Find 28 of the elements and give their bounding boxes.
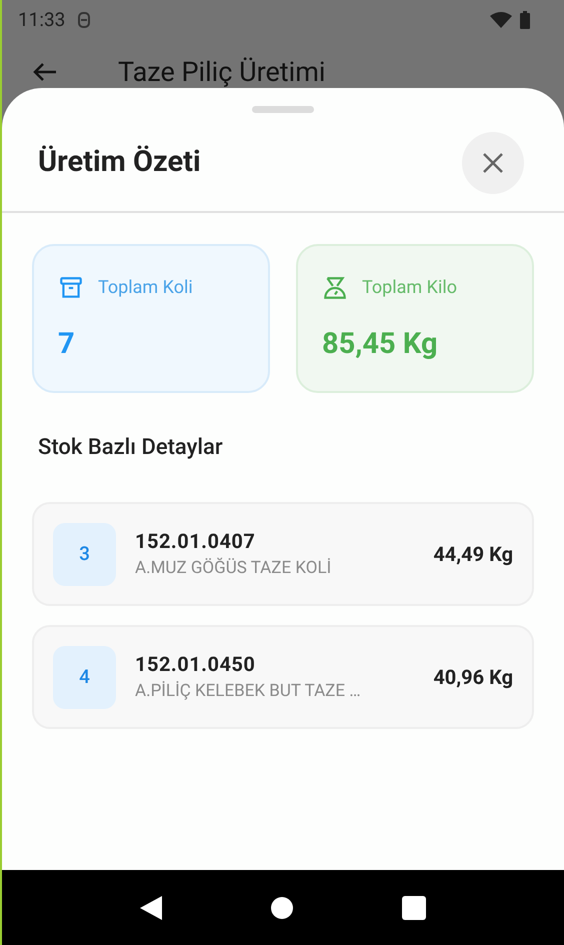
card-value: 7 (58, 326, 76, 363)
section-title: Stok Bazlı Detaylar (37, 434, 224, 462)
card-value: 85,45 Kg (322, 326, 439, 363)
count-badge: 3 (53, 522, 116, 586)
clock: 11:33 (18, 6, 66, 33)
card-label: Toplam Koli (98, 276, 193, 300)
recents-icon[interactable] (402, 896, 426, 920)
stock-name: A.PİLİÇ KELEBEK BUT TAZE … (135, 680, 362, 704)
card-label: Toplam Kilo (362, 276, 457, 300)
count-badge: 4 (53, 646, 116, 708)
stock-item-card[interactable]: 4 152.01.0450 A.PİLİÇ KELEBEK BUT TAZE … 40,96 Kg (32, 625, 534, 729)
wifi-icon (490, 12, 512, 28)
stock-code: 152.01.0450 (135, 651, 256, 678)
archive-box-icon (58, 274, 84, 300)
app-bar-title: Taze Piliç Üretimi (118, 57, 326, 87)
stock-name: A.MUZ GÖĞÜS TAZE KOLİ (135, 556, 332, 580)
drag-handle[interactable] (252, 106, 314, 113)
stock-code: 152.01.0407 (135, 528, 256, 556)
back-arrow-icon[interactable] (32, 61, 58, 83)
stock-weight: 40,96 Kg (433, 664, 513, 691)
scale-icon (322, 274, 348, 300)
battery-icon (520, 11, 530, 29)
stock-item-card[interactable]: 3 152.01.0407 A.MUZ GÖĞÜS TAZE KOLİ 44,49 Kg (32, 502, 534, 606)
close-icon (482, 152, 504, 174)
home-icon[interactable] (270, 896, 294, 920)
sheet-title: Üretim Özeti (38, 144, 201, 182)
back-icon[interactable] (140, 896, 162, 920)
stock-weight: 44,49 Kg (433, 541, 513, 568)
